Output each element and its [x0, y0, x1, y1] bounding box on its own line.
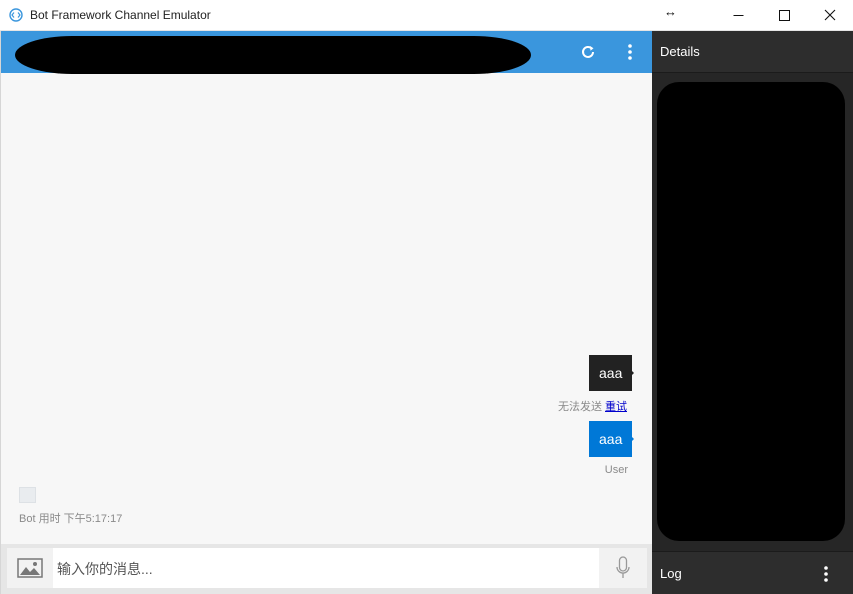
refresh-icon [582, 45, 594, 58]
refresh-button[interactable] [577, 41, 599, 63]
bot-emulator-icon [9, 8, 23, 22]
close-button[interactable] [807, 0, 853, 30]
window-titlebar: Bot Framework Channel Emulator ↔ [0, 0, 853, 31]
more-vertical-icon [628, 44, 632, 60]
message-bubble-failed[interactable]: aaa [589, 355, 633, 391]
message-input[interactable] [55, 548, 599, 590]
send-failed-text: 无法发送 [558, 401, 602, 413]
redacted-conversation-url [15, 36, 531, 74]
bot-message-meta: Bot 用时 下午5:17:17 [19, 513, 123, 525]
chat-more-button[interactable] [619, 41, 641, 63]
bubble-tail [628, 367, 634, 379]
minimize-icon [733, 14, 743, 16]
maximize-button[interactable] [761, 0, 807, 30]
input-bar [1, 544, 652, 594]
bubble-tail [628, 433, 634, 445]
log-header: Log [652, 551, 853, 594]
minimize-button[interactable] [715, 0, 761, 30]
retry-link[interactable]: 重试 [605, 401, 627, 413]
bot-message-placeholder [19, 487, 36, 503]
resize-arrows-icon: ↔ [664, 4, 677, 19]
log-more-button[interactable] [820, 565, 832, 583]
message-status: 无法发送 重试 [558, 398, 627, 414]
inspector-panel: Details Log [652, 31, 853, 594]
more-vertical-icon [824, 566, 828, 582]
log-title: Log [660, 566, 682, 581]
upload-image-button[interactable] [7, 548, 53, 588]
chat-panel: aaa 无法发送 重试 aaa User Bot 用时 下午5:17:17 [0, 31, 652, 594]
maximize-icon [778, 9, 790, 21]
details-title: Details [660, 44, 700, 59]
message-sender: User [604, 464, 628, 476]
microphone-icon [616, 556, 630, 578]
microphone-button[interactable] [599, 548, 647, 588]
chat-header [1, 31, 652, 74]
image-upload-icon [17, 558, 43, 578]
message-bubble-user[interactable]: aaa [589, 421, 633, 457]
close-icon [824, 9, 836, 21]
details-header: Details [652, 31, 853, 73]
window-title: Bot Framework Channel Emulator [30, 8, 211, 22]
details-content-redacted [657, 82, 845, 541]
message-input-box [7, 548, 647, 590]
